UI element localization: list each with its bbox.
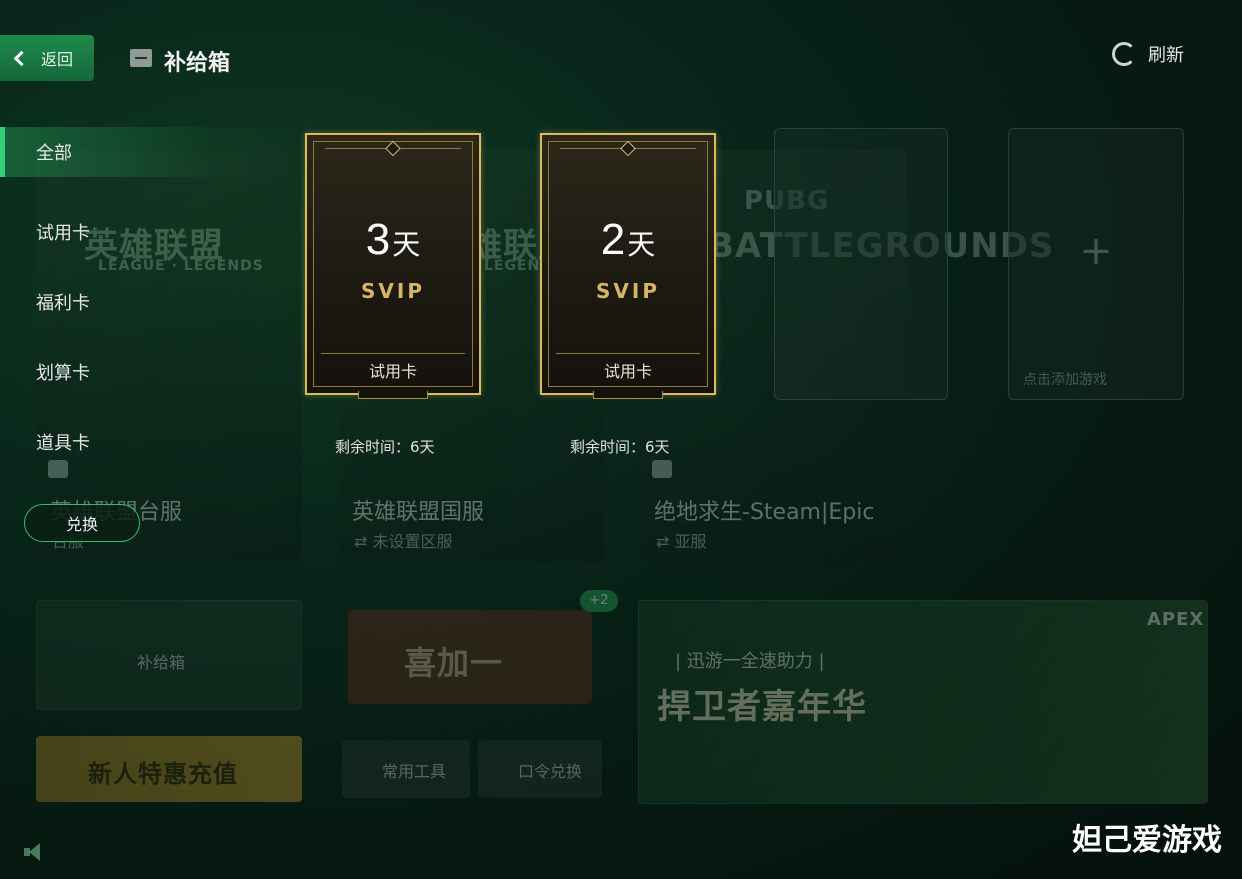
bg-newbie-tile: 新人特惠充值 <box>36 736 302 802</box>
card-tier: SVIP <box>361 279 425 303</box>
bg-supply-box-label: 补给箱 <box>137 653 186 672</box>
speaker-icon[interactable] <box>24 843 46 861</box>
bg-game-subtitle: ⇄ 未设置区服 <box>354 532 453 551</box>
bg-game-title: 绝地求生-Steam|Epic <box>654 500 875 525</box>
sidebar-item-label: 道具卡 <box>36 433 90 454</box>
page-title: 补给箱 <box>164 51 231 76</box>
card-tier: SVIP <box>596 279 660 303</box>
sidebar-item-trial-card[interactable]: 试用卡 <box>0 197 300 267</box>
bg-supply-box-tile: 补给箱 <box>36 600 302 710</box>
card-remaining-time: 剩余时间：6天 <box>570 438 670 456</box>
watermark: 妲己爱游戏 <box>1072 823 1222 858</box>
sidebar-item-label: 划算卡 <box>36 363 90 384</box>
bg-banner-title: 捍卫者嘉年华 <box>657 687 867 727</box>
back-label: 返回 <box>41 50 74 69</box>
card-days-number: 2 <box>600 215 626 264</box>
bg-newbie-label: 新人特惠充值 <box>88 760 238 788</box>
refresh-button[interactable]: 刷新 <box>1112 41 1184 67</box>
sidebar-item-label: 试用卡 <box>36 223 90 244</box>
card-bottom-notch <box>358 391 428 399</box>
chevron-left-icon <box>13 50 30 66</box>
sidebar-item-label: 福利卡 <box>36 293 90 314</box>
bg-tools-tile: 常用工具 <box>342 740 470 798</box>
bg-event-banner: | 迅游一全速助力 | 捍卫者嘉年华 APEX <box>638 600 1208 804</box>
bg-add-game-label: 点击添加游戏 <box>1023 372 1107 388</box>
bg-add-game-slot: + 点击添加游戏 <box>1008 128 1184 400</box>
sidebar-item-deal-card[interactable]: 划算卡 <box>0 337 300 407</box>
bg-banner-tagline: | 迅游一全速助力 | <box>675 651 825 672</box>
download-icon <box>652 460 672 478</box>
category-sidebar: 全部 试用卡 福利卡 划算卡 道具卡 <box>0 127 300 477</box>
back-button[interactable]: 返回 <box>0 35 94 81</box>
bg-plus-one-label: 喜加一 <box>404 644 504 682</box>
sidebar-item-label: 全部 <box>36 143 72 164</box>
bg-tools-label: 常用工具 <box>382 762 447 781</box>
sidebar-item-item-card[interactable]: 道具卡 <box>0 407 300 477</box>
sidebar-item-welfare-card[interactable]: 福利卡 <box>0 267 300 337</box>
bg-plus-one-tile: 喜加一 <box>348 610 592 704</box>
card-type-label: 试用卡 <box>321 353 465 385</box>
card-duration: 2天 <box>542 215 714 265</box>
bg-game-title: 英雄联盟国服 <box>352 500 485 525</box>
card-days-unit: 天 <box>392 228 421 261</box>
card-duration: 3天 <box>307 215 479 265</box>
card-bottom-notch <box>593 391 663 399</box>
supply-box-icon <box>130 49 152 67</box>
bg-code-tile: 口令兑换 <box>478 740 602 798</box>
bg-game-subtitle: ⇄ 亚服 <box>656 532 707 551</box>
card-type-label: 试用卡 <box>556 353 700 385</box>
svip-trial-card[interactable]: 2天 SVIP 试用卡 <box>540 133 716 399</box>
refresh-icon <box>1112 42 1136 66</box>
card-days-unit: 天 <box>627 228 656 261</box>
svip-trial-card[interactable]: 3天 SVIP 试用卡 <box>305 133 481 399</box>
redeem-button[interactable]: 兑换 <box>24 504 140 542</box>
plus-icon: + <box>1079 227 1113 274</box>
refresh-label: 刷新 <box>1148 45 1184 66</box>
bg-code-label: 口令兑换 <box>518 762 583 781</box>
bg-empty-slot <box>774 128 948 400</box>
bg-plus-badge: +2 <box>580 590 618 612</box>
card-remaining-time: 剩余时间：6天 <box>335 438 435 456</box>
bg-banner-logo: APEX <box>1147 609 1205 630</box>
card-days-number: 3 <box>365 215 391 264</box>
sidebar-item-all[interactable]: 全部 <box>0 127 300 177</box>
